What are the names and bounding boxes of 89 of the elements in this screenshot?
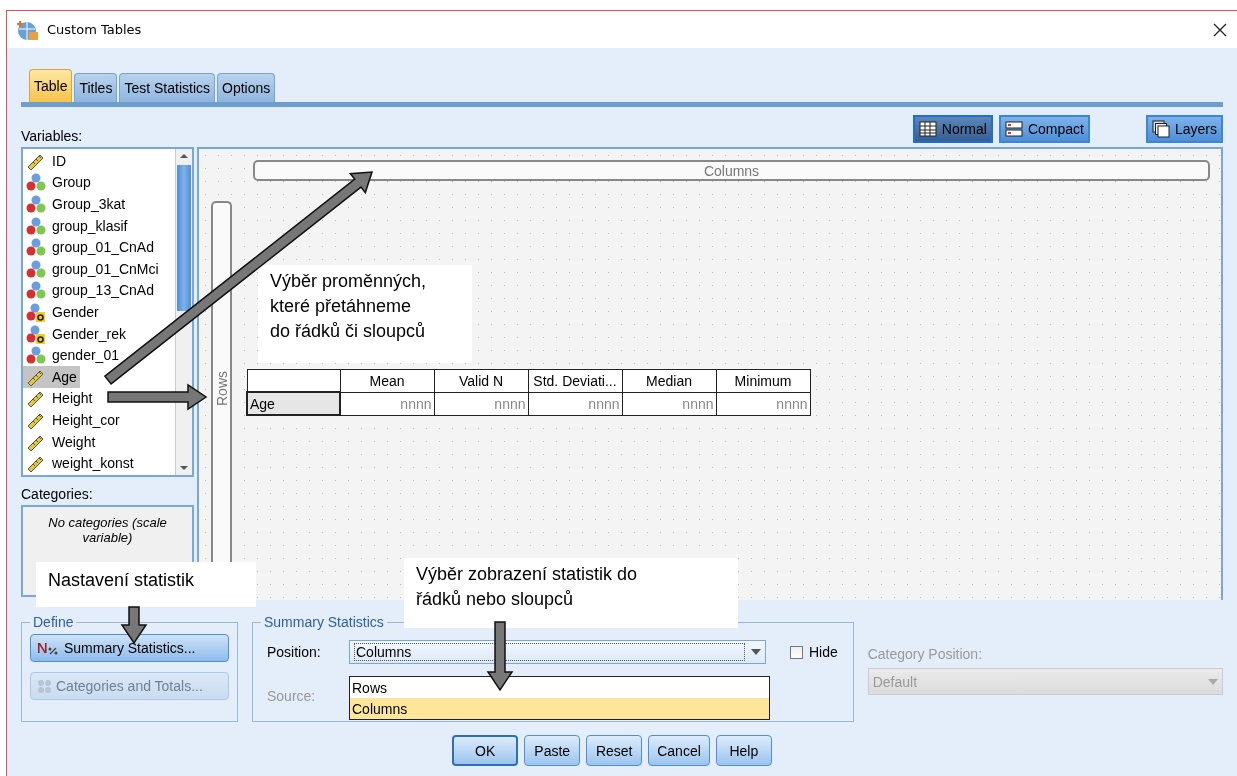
three-balls-icon — [26, 194, 46, 214]
position-label: Position: — [266, 644, 322, 660]
three-balls-icon — [26, 237, 46, 258]
variable-item[interactable]: gender_01 — [23, 344, 122, 366]
category-position-label: Category Position: — [867, 646, 984, 662]
variable-item[interactable]: Height_cor — [23, 409, 123, 431]
categories-message: No categories (scale variable) — [47, 515, 168, 545]
variable-item[interactable]: Age — [23, 365, 80, 388]
balls-with-tag-icon — [26, 323, 46, 344]
column-header: Mean — [340, 369, 434, 392]
three-balls-icon — [26, 280, 46, 301]
scrollbar-thumb[interactable] — [177, 165, 191, 311]
compact-rows-icon — [1004, 121, 1023, 137]
column-header: Std. Deviati... — [528, 369, 622, 392]
variables-label: Variables: — [21, 128, 83, 144]
dialog-button[interactable]: OK — [452, 735, 519, 766]
stacked-squares-icon — [1151, 120, 1170, 138]
column-header: Valid N — [434, 369, 528, 392]
annotation-tooltip: Výběr zobrazení statistik do řádků nebo sloupců — [404, 558, 738, 628]
variable-item[interactable]: Group — [23, 171, 94, 194]
tab[interactable]: Options — [217, 73, 276, 102]
variable-name: Height — [52, 390, 93, 407]
dropdown-option[interactable]: Columns — [350, 698, 769, 719]
annotation-tooltip: Výběr proměnných, které přetáhneme do řádků či sloupců — [258, 265, 472, 363]
tab[interactable]: Table — [29, 69, 73, 102]
dialog-button[interactable]: Paste — [524, 735, 581, 766]
variable-name: Group — [52, 174, 91, 191]
view-button[interactable]: Compact — [998, 115, 1090, 143]
variable-name: weight_konst — [52, 455, 134, 472]
three-balls-icon — [26, 215, 46, 236]
dialog-button[interactable]: Help — [715, 735, 772, 766]
variable-name: Group_3kat — [52, 196, 126, 212]
variable-item[interactable]: group_01_CnMci — [23, 257, 162, 280]
annotation-arrow — [486, 621, 514, 692]
n-percent-icon — [37, 641, 59, 655]
balls-with-tag-icon — [26, 301, 46, 322]
window-title: Custom Tables — [47, 22, 142, 37]
three-balls-icon — [26, 258, 46, 279]
variable-item[interactable]: Gender_rek — [23, 322, 129, 345]
scrollbar[interactable] — [175, 149, 192, 475]
three-balls-icon — [26, 172, 46, 193]
variable-item[interactable]: Gender — [23, 301, 102, 323]
variable-name: Age — [52, 368, 77, 385]
tab[interactable]: Test Statistics — [119, 73, 215, 102]
annotation-tooltip: Nastavení statistik — [36, 562, 256, 607]
caret-icon — [1208, 678, 1218, 685]
close-icon[interactable] — [1213, 22, 1227, 37]
variable-name: group_klasif — [52, 217, 128, 234]
dialog-button[interactable]: Cancel — [648, 735, 710, 766]
column-header: Median — [622, 369, 716, 392]
source-label: Source: — [266, 688, 317, 704]
row-header: Age — [247, 392, 340, 415]
variable-item[interactable]: group_13_CnAd — [23, 279, 157, 302]
columns-drop-zone[interactable]: Columns — [253, 160, 1210, 181]
variable-item[interactable]: Group_3kat — [23, 193, 129, 215]
variable-item[interactable]: Weight — [23, 430, 99, 453]
variable-item[interactable]: weight_konst — [23, 452, 137, 474]
dropdown-option[interactable]: Rows — [350, 677, 769, 698]
layers-button[interactable]: Layers — [1145, 115, 1223, 143]
dots-icon — [37, 679, 51, 693]
categories-label: Categories: — [21, 486, 94, 502]
variable-item[interactable]: Height — [23, 387, 96, 410]
variable-name: gender_01 — [52, 347, 119, 364]
variable-item[interactable]: group_klasif — [23, 214, 131, 237]
variable-name: Gender_rek — [52, 325, 126, 342]
variable-name: group_13_CnAd — [52, 282, 154, 299]
hide-label: Hide — [809, 644, 838, 660]
dialog-button[interactable]: Reset — [586, 735, 643, 766]
variable-name: group_01_CnMci — [52, 260, 159, 277]
summary-statistics-legend: Summary Statistics — [261, 614, 387, 630]
app-icon — [17, 18, 39, 41]
position-dropdown[interactable]: Columns — [349, 640, 766, 664]
define-button[interactable]: Summary Statistics... — [30, 634, 229, 662]
variable-name: Gender — [52, 303, 99, 320]
three-balls-icon — [26, 345, 46, 366]
variable-name: group_01_CnAd — [52, 239, 154, 256]
hide-checkbox[interactable] — [790, 645, 803, 659]
variable-item[interactable]: ID — [23, 150, 69, 172]
tab[interactable]: Titles — [74, 73, 118, 102]
variable-name: Weight — [52, 433, 96, 450]
view-button[interactable]: Normal — [912, 115, 993, 143]
variable-name: Height_cor — [52, 411, 120, 428]
category-position-dropdown: Default — [867, 668, 1223, 695]
variable-item[interactable]: group_01_CnAd — [23, 236, 157, 258]
caret-icon — [751, 649, 761, 655]
column-header: Minimum — [716, 369, 810, 392]
define-legend: Define — [30, 614, 77, 630]
grid-icon — [918, 121, 937, 137]
variable-name: ID — [52, 152, 66, 169]
